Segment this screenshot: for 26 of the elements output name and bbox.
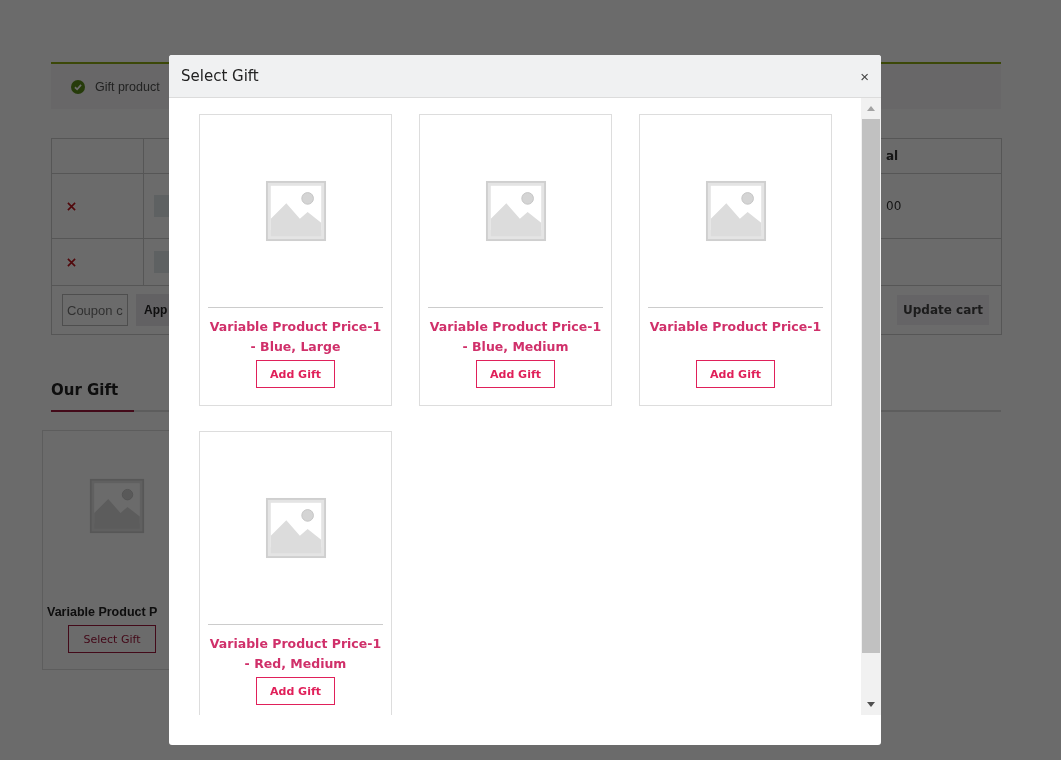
product-title[interactable]: Variable Product Price-1 - Blue, Medium — [428, 317, 603, 360]
coupon-input[interactable]: Coupon c — [62, 294, 128, 326]
product-title[interactable]: Variable Product Price-1 — [649, 317, 822, 360]
scrollbar[interactable] — [861, 98, 881, 715]
image-placeholder-icon — [264, 497, 327, 559]
product-title[interactable]: Variable Product Price-1 - Red, Medium — [208, 634, 383, 677]
table-cell: 00 — [886, 199, 902, 213]
product-title: Variable Product P — [46, 605, 158, 619]
add-gift-button[interactable]: Add Gift — [256, 360, 335, 388]
image-placeholder-icon — [484, 180, 547, 242]
notice-text: Gift product — [95, 79, 160, 94]
product-title[interactable]: Variable Product Price-1 - Blue, Large — [208, 317, 383, 360]
column-header: al — [886, 149, 899, 163]
image-placeholder-icon — [704, 180, 767, 242]
image-placeholder-icon — [264, 180, 327, 242]
remove-icon[interactable] — [67, 257, 76, 267]
close-button[interactable]: × — [860, 67, 869, 85]
check-icon — [71, 79, 85, 94]
add-gift-button[interactable]: Add Gift — [696, 360, 775, 388]
select-gift-button[interactable]: Select Gift — [68, 625, 156, 653]
add-gift-button[interactable]: Add Gift — [476, 360, 555, 388]
add-gift-button[interactable]: Add Gift — [256, 677, 335, 705]
remove-icon[interactable] — [67, 201, 76, 211]
modal-title: Select Gift — [181, 67, 259, 85]
tab[interactable]: Our Gift — [51, 381, 134, 412]
update-cart-button[interactable]: Update cart — [897, 295, 989, 325]
